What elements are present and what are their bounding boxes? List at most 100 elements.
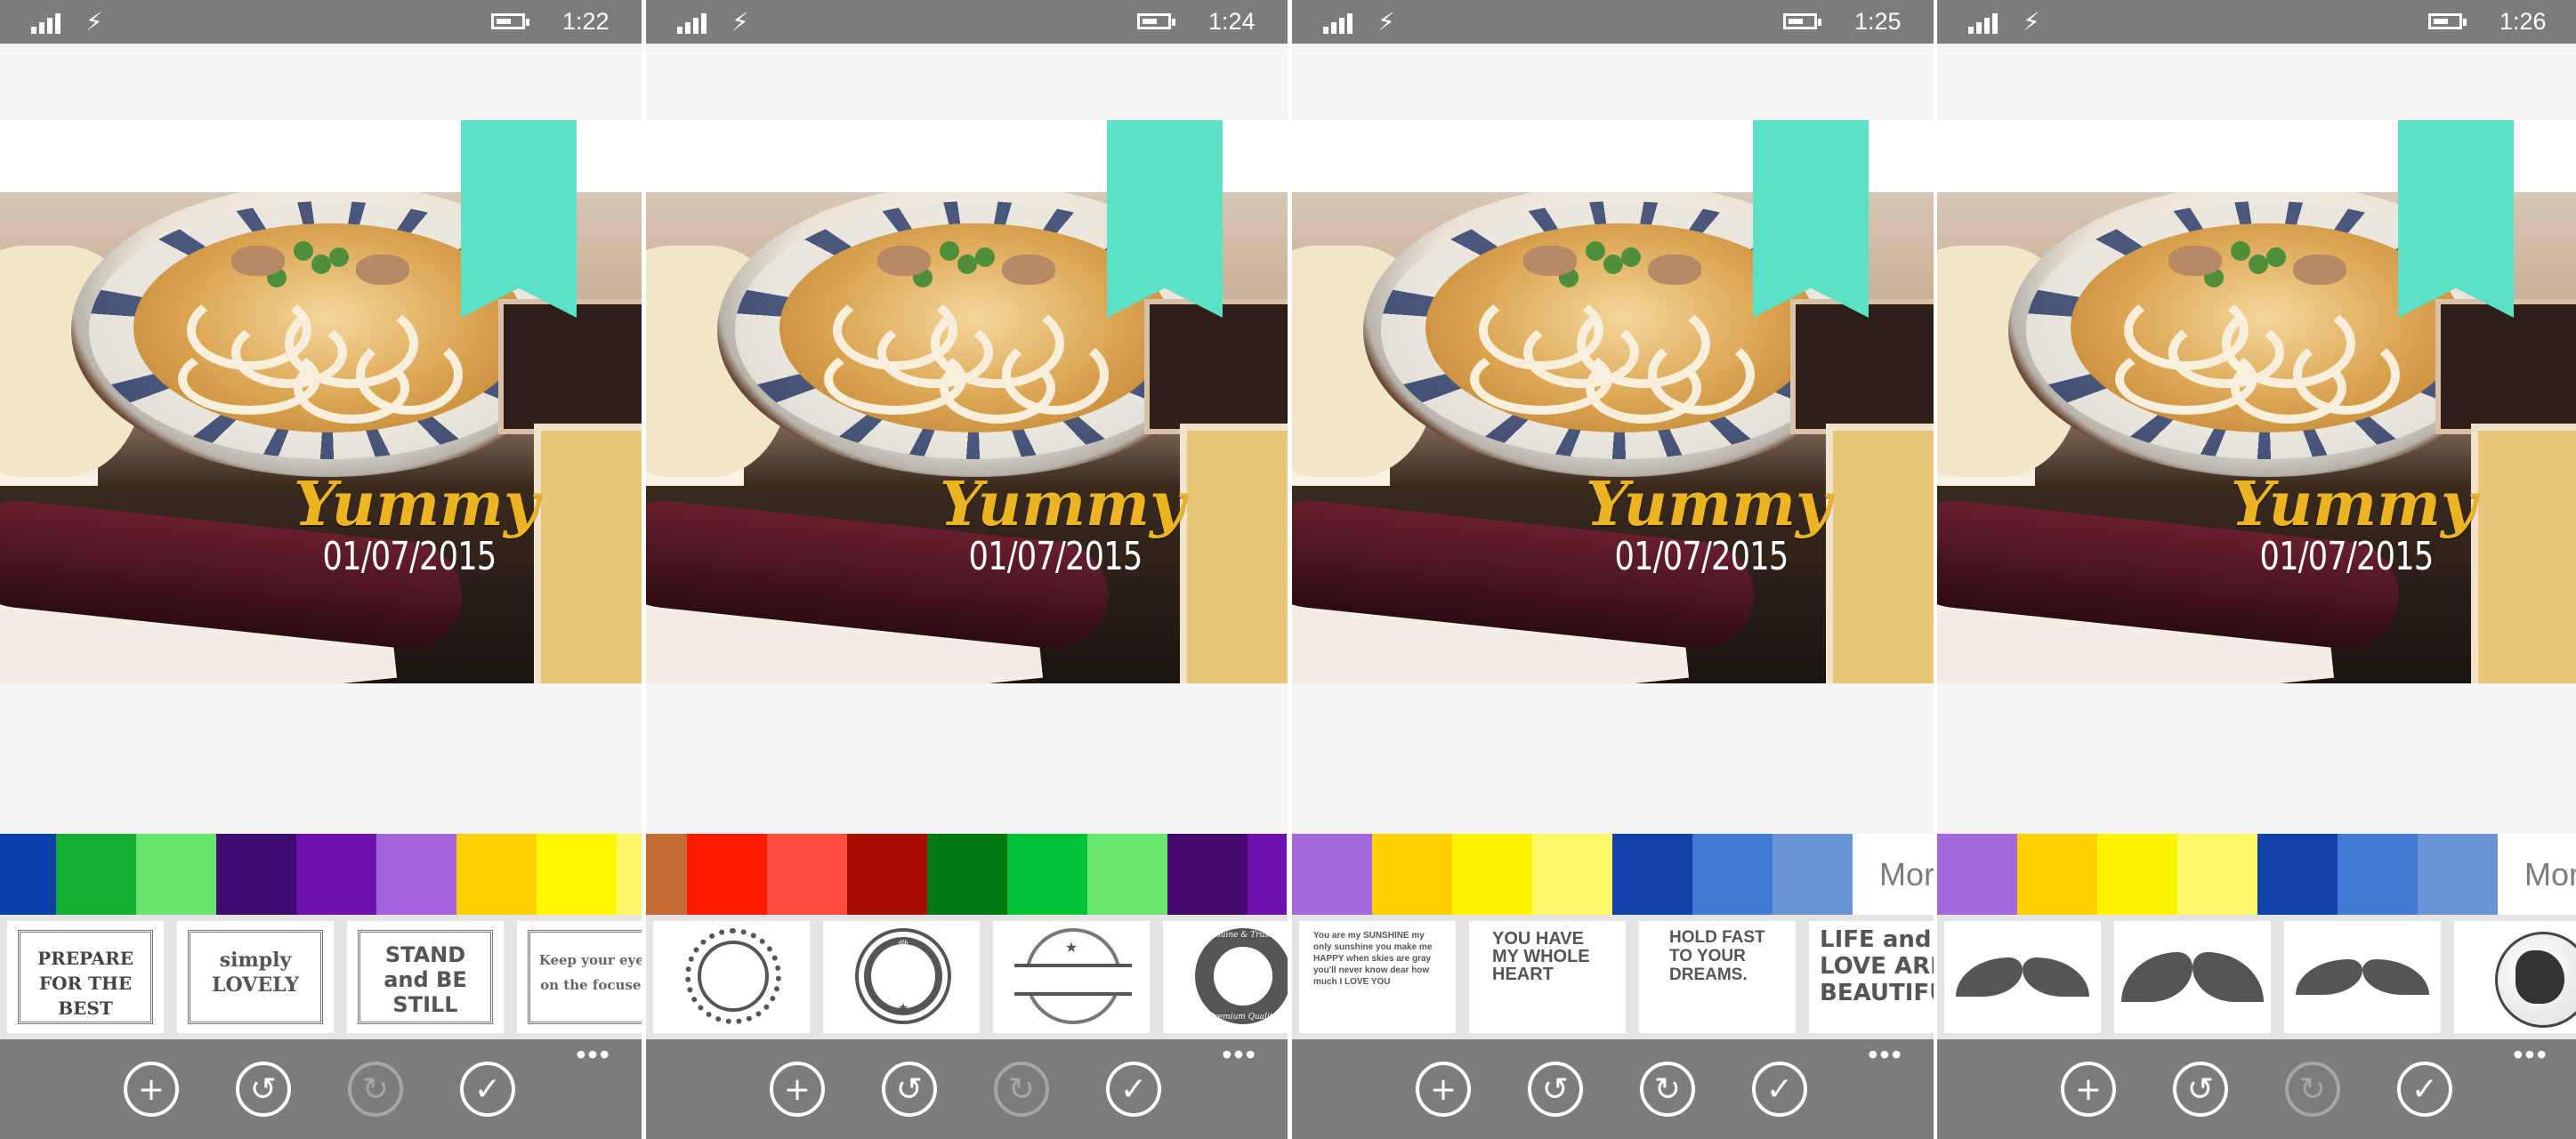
editor-canvas[interactable]: Yummy 01/07/2015 xyxy=(646,120,1288,683)
more-options-button[interactable]: ••• xyxy=(1217,1039,1262,1075)
editor-canvas[interactable]: Yummy 01/07/2015 xyxy=(0,120,642,683)
yummy-sticker-text[interactable]: Yummy xyxy=(940,472,1185,537)
done-button[interactable]: ✓ xyxy=(2397,1062,2452,1117)
badge-shape: ♛ ★ xyxy=(855,928,951,1024)
color-swatch[interactable] xyxy=(136,834,216,915)
redo-icon: ↻ xyxy=(361,1071,390,1108)
more-options-button[interactable]: ••• xyxy=(571,1039,616,1075)
plus-icon: + xyxy=(1429,1071,1458,1108)
color-swatch[interactable] xyxy=(2338,834,2418,915)
color-swatch[interactable] xyxy=(1248,834,1287,915)
meat-shape xyxy=(231,246,285,276)
color-swatch[interactable] xyxy=(376,834,456,915)
sticker-option[interactable]: YOU HAVE MY WHOLE HEART xyxy=(1469,921,1626,1033)
date-sticker-text[interactable]: 01/07/2015 xyxy=(1609,535,1794,579)
color-swatch[interactable] xyxy=(1692,834,1773,915)
sticker-option[interactable] xyxy=(653,921,810,1033)
color-swatch[interactable] xyxy=(1292,834,1372,915)
done-button[interactable]: ✓ xyxy=(1106,1062,1161,1117)
color-swatch[interactable] xyxy=(2418,834,2498,915)
redo-button[interactable]: ↻ xyxy=(2285,1062,2340,1117)
sticker-option[interactable] xyxy=(2284,921,2441,1033)
color-swatch[interactable] xyxy=(537,834,617,915)
mustache-icon xyxy=(2296,959,2429,995)
color-swatch[interactable] xyxy=(216,834,296,915)
color-swatch[interactable] xyxy=(2177,834,2257,915)
yummy-sticker-text[interactable]: Yummy xyxy=(2231,472,2476,537)
sticker-option[interactable]: ♛ ★ xyxy=(823,921,980,1033)
sticker-option[interactable]: LIFE and LOVE ARE BEAUTIFUL xyxy=(1809,921,1934,1033)
yummy-sticker-text[interactable]: Yummy xyxy=(1586,472,1831,537)
redo-button[interactable]: ↻ xyxy=(1640,1062,1695,1117)
date-sticker-text[interactable]: 01/07/2015 xyxy=(963,535,1148,579)
color-swatch[interactable] xyxy=(456,834,537,915)
sticker-option[interactable]: HOLD FAST TO YOUR DREAMS. xyxy=(1639,921,1796,1033)
done-button[interactable]: ✓ xyxy=(460,1062,515,1117)
sticker-option[interactable]: Keep your eyes on the focused xyxy=(517,921,642,1033)
meat-shape xyxy=(1002,254,1055,285)
color-swatch[interactable] xyxy=(2097,834,2177,915)
sticker-frame xyxy=(358,930,493,1024)
sticker-option[interactable] xyxy=(2454,921,2576,1033)
color-swatch[interactable] xyxy=(687,834,767,915)
add-button[interactable]: + xyxy=(770,1062,825,1117)
color-swatch[interactable] xyxy=(296,834,376,915)
done-button[interactable]: ✓ xyxy=(1752,1062,1807,1117)
add-button[interactable]: + xyxy=(2061,1062,2116,1117)
network-icon: ⚡ xyxy=(1377,7,1395,36)
color-swatch[interactable] xyxy=(0,834,56,915)
sticker-option[interactable]: You are my SUNSHINE my only sunshine you… xyxy=(1299,921,1456,1033)
color-swatch[interactable] xyxy=(767,834,847,915)
undo-button[interactable]: ↺ xyxy=(2173,1062,2228,1117)
tempura-shape xyxy=(1180,424,1288,683)
color-swatch[interactable] xyxy=(56,834,136,915)
more-options-button[interactable]: ••• xyxy=(1863,1039,1908,1075)
color-swatch[interactable] xyxy=(2017,834,2097,915)
color-swatch[interactable] xyxy=(2257,834,2338,915)
sticker-option[interactable]: Genuine & Trusted Premium Quality xyxy=(1163,921,1288,1033)
more-options-button[interactable]: ••• xyxy=(2508,1039,2553,1075)
sticker-option[interactable] xyxy=(1944,921,2101,1033)
color-swatch[interactable] xyxy=(1612,834,1692,915)
redo-button[interactable]: ↻ xyxy=(348,1062,403,1117)
battery-level xyxy=(1143,19,1157,24)
date-sticker-text[interactable]: 01/07/2015 xyxy=(2254,535,2439,579)
add-button[interactable]: + xyxy=(124,1062,179,1117)
sticker-option[interactable] xyxy=(2114,921,2271,1033)
clock-time: 1:26 xyxy=(2499,8,2547,35)
color-swatch[interactable] xyxy=(1452,834,1532,915)
more-colors-button[interactable]: Mor xyxy=(1853,834,1934,915)
color-swatch[interactable] xyxy=(617,834,642,915)
sticker-option[interactable]: simply LOVELY xyxy=(177,921,334,1033)
status-bar: ⚡ 1:26 xyxy=(1937,0,2576,44)
undo-button[interactable]: ↺ xyxy=(236,1062,291,1117)
redo-button[interactable]: ↻ xyxy=(994,1062,1049,1117)
editor-canvas[interactable]: Yummy 01/07/2015 xyxy=(1292,120,1934,683)
color-swatch[interactable] xyxy=(927,834,1007,915)
sticker-option[interactable]: STAND and BE STILL xyxy=(347,921,504,1033)
editor-canvas[interactable]: Yummy 01/07/2015 xyxy=(1937,120,2576,683)
color-swatch[interactable] xyxy=(1087,834,1167,915)
color-swatch[interactable] xyxy=(1773,834,1853,915)
more-colors-button[interactable]: Mor xyxy=(2498,834,2576,915)
color-swatch[interactable] xyxy=(1007,834,1087,915)
add-button[interactable]: + xyxy=(1416,1062,1471,1117)
color-swatch[interactable] xyxy=(646,834,687,915)
date-sticker-text[interactable]: 01/07/2015 xyxy=(317,535,502,579)
sticker-option[interactable]: ★ xyxy=(993,921,1150,1033)
color-swatch[interactable] xyxy=(847,834,927,915)
tempura-shape xyxy=(534,424,642,683)
undo-icon: ↺ xyxy=(895,1071,924,1108)
color-swatch[interactable] xyxy=(1372,834,1452,915)
tempura-shape xyxy=(2471,424,2576,683)
color-swatch[interactable] xyxy=(1167,834,1248,915)
yummy-sticker-text[interactable]: Yummy xyxy=(294,472,539,537)
color-swatch[interactable] xyxy=(1937,834,2017,915)
network-icon: ⚡ xyxy=(2023,7,2040,36)
badge-inner-ring xyxy=(698,941,769,1012)
undo-button[interactable]: ↺ xyxy=(882,1062,937,1117)
color-swatch[interactable] xyxy=(1532,834,1612,915)
undo-button[interactable]: ↺ xyxy=(1528,1062,1583,1117)
sticker-option[interactable]: PREPARE FOR THE BEST xyxy=(7,921,164,1033)
crown-icon: ♛ xyxy=(896,937,910,954)
